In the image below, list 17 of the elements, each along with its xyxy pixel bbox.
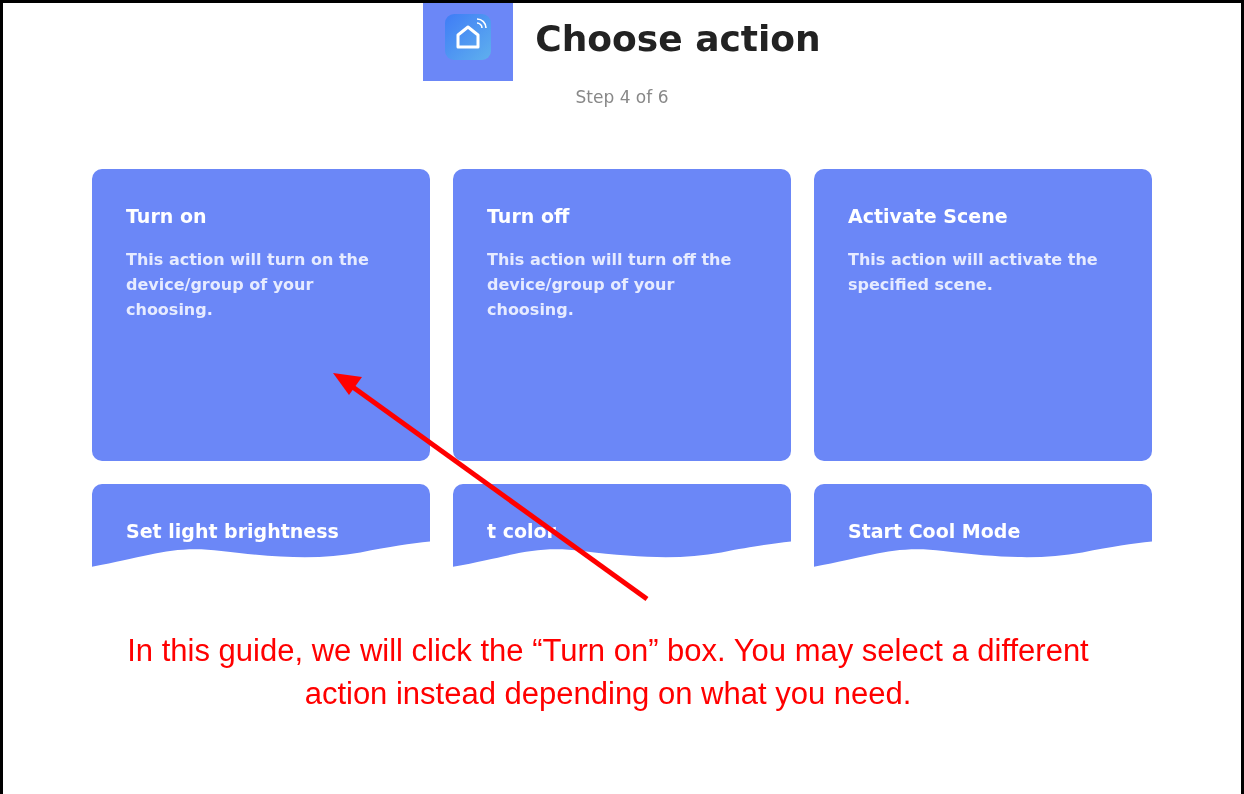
action-card[interactable]: Start Cool Mode <box>814 484 1152 574</box>
card-title: Turn off <box>487 205 571 227</box>
action-card[interactable]: Turn on This action will turn on the device/group of your choosing. <box>92 169 430 461</box>
card-description: This action will activate the specified scene. <box>848 249 1099 296</box>
action-card[interactable]: Activate Scene This action will activate the specified scene. <box>814 169 1152 461</box>
page-title: Choose action <box>535 17 821 59</box>
action-card[interactable]: Turn off This action will turn off the device/group of your choosing. <box>453 169 791 461</box>
card-title: Turn on <box>126 205 208 227</box>
step-indicator: Step 4 of 6 <box>574 87 670 107</box>
annotation-caption: In this guide, we will click the “Turn on” box. You may select a different action instead depending on what you need. <box>126 632 1090 713</box>
card-description: This action will turn off the device/group of your choosing. <box>487 249 733 321</box>
card-title: Activate Scene <box>848 205 1009 227</box>
card-title: Set light brightness <box>126 520 340 542</box>
card-title: Start Cool Mode <box>848 520 1022 542</box>
action-card[interactable]: Set light brightness <box>92 484 430 574</box>
card-description: This action will turn on the device/group of your choosing. <box>126 249 370 321</box>
app-logo-icon <box>423 3 514 81</box>
